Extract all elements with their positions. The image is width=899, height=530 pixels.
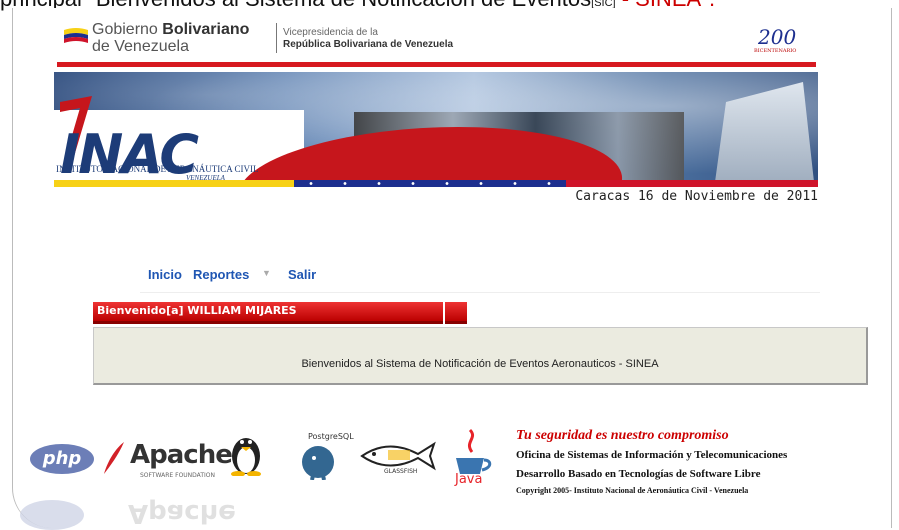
flag-stripe <box>54 180 818 187</box>
vice-line2: República Bolivariana de Venezuela <box>283 39 454 50</box>
welcome-message: Bienvenidos al Sistema de Notificación d… <box>301 358 659 370</box>
bicentenario-logo: 200 BICENTENARIO <box>754 25 796 54</box>
gov-name-a: Gobierno <box>92 21 163 38</box>
menu-inicio[interactable]: Inicio <box>148 267 182 282</box>
gobierno-bolivariano-logo: Gobierno Bolivariano de Venezuela <box>92 21 249 55</box>
svg-text:BICENTENARIO: BICENTENARIO <box>754 48 796 54</box>
apache-foundation-label: SOFTWARE FOUNDATION <box>140 472 215 479</box>
chevron-down-icon[interactable]: ▼ <box>262 268 271 278</box>
footer-copyright: Copyright 2005- Instituto Nacional de Ae… <box>516 486 749 495</box>
svg-text:200: 200 <box>757 25 796 49</box>
php-logo: php <box>30 444 94 474</box>
apache-logo-reflection: Apache <box>128 498 236 528</box>
vice-line1: Vicepresidencia de la <box>283 27 378 38</box>
welcome-tab: Bienvenido[a] WILLIAM MIJARES <box>93 302 443 324</box>
postgresql-label: PostgreSQL <box>308 432 354 441</box>
inac-subtitle: INSTITUTO NACIONAL DE AERONÁUTICA CIVIL <box>56 164 259 174</box>
glassfish-label: GLASSFISH <box>384 468 418 475</box>
footer-development: Desarrollo Basado en Tecnologías de Soft… <box>516 468 761 480</box>
venezuela-flag-icon <box>64 28 88 43</box>
menu-divider <box>140 292 820 293</box>
welcome-panel: Bienvenidos al Sistema de Notificación d… <box>93 327 868 385</box>
header-red-bar <box>57 62 816 67</box>
footer-office: Oficina de Sistemas de Información y Tel… <box>516 449 788 461</box>
vicepresidencia-label: Vicepresidencia de la República Bolivari… <box>283 27 453 51</box>
gov-separator <box>276 23 277 53</box>
inac-banner: INAC INSTITUTO NACIONAL DE AERONÁUTICA C… <box>54 72 818 186</box>
footer-slogan: Tu seguridad es nuestro compromiso <box>516 428 729 443</box>
gov-name-line2: de Venezuela <box>92 38 189 55</box>
welcome-tab-end <box>445 302 467 324</box>
technology-logos: php Apache SOFTWARE FOUNDATION Apache Po… <box>0 420 510 530</box>
menu-reportes[interactable]: Reportes <box>193 267 249 282</box>
apache-feather-icon <box>104 442 124 474</box>
php-logo-reflection <box>20 500 84 530</box>
java-label: Java <box>455 472 483 487</box>
apache-logo: Apache <box>130 440 233 470</box>
gov-name-b: Bolivariano <box>162 21 250 38</box>
menu-salir[interactable]: Salir <box>288 267 316 282</box>
linux-tux-icon <box>231 438 261 476</box>
current-date: Caracas 16 de Noviembre de 2011 <box>575 189 818 204</box>
